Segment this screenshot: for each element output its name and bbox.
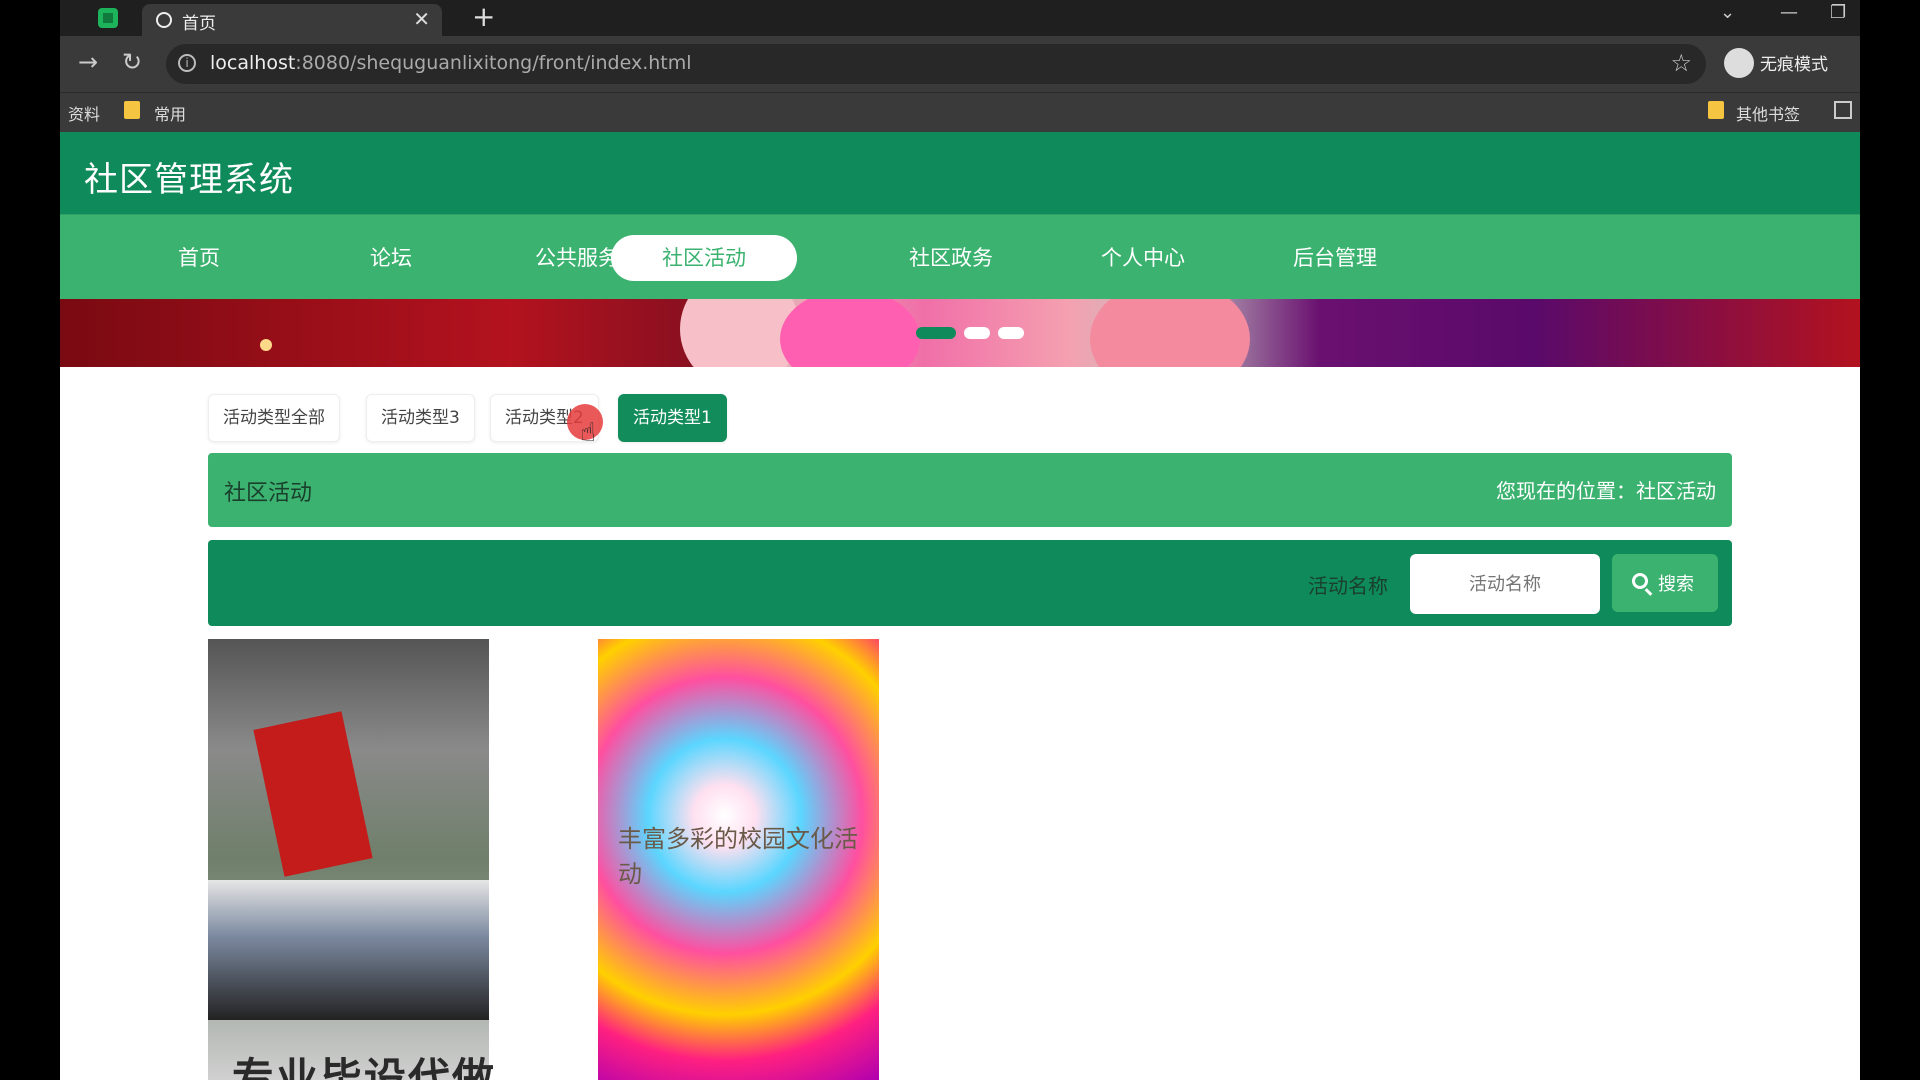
carousel-dot[interactable] — [998, 327, 1024, 339]
browser-window: 首页 ✕ + ⌄ — ❐ → ↻ i localhost:8080/shequg… — [60, 0, 1860, 1080]
banner-carousel[interactable] — [60, 299, 1860, 367]
site-header: 社区管理系统 — [60, 132, 1860, 214]
search-label: 活动名称 — [1308, 574, 1388, 598]
site-title: 社区管理系统 — [84, 160, 294, 200]
incognito-icon[interactable] — [1724, 48, 1754, 78]
pinned-tab-icon[interactable] — [98, 8, 118, 28]
search-panel: 活动名称 搜索 — [208, 540, 1732, 626]
tab-strip: 首页 ✕ + ⌄ — ❐ — [60, 0, 1860, 36]
banner-sparkle — [260, 339, 272, 351]
star-icon[interactable]: ☆ — [1670, 49, 1692, 77]
other-bookmarks[interactable]: 其他书签 — [1736, 101, 1800, 125]
search-button-label: 搜索 — [1658, 574, 1694, 595]
reading-list-icon[interactable] — [1834, 101, 1852, 119]
hand-cursor-icon: ☝ — [580, 418, 596, 448]
breadcrumb: 您现在的位置：社区活动 — [1496, 479, 1716, 503]
bookmark-ziliao[interactable]: 资料 — [68, 101, 100, 125]
address-bar: → ↻ i localhost:8080/shequguanlixitong/f… — [60, 36, 1860, 92]
section-header: 社区活动 您现在的位置：社区活动 — [208, 453, 1732, 527]
folder-icon — [1708, 101, 1724, 119]
nav-forum[interactable]: 论坛 — [298, 235, 484, 281]
nav-community-activity[interactable]: 社区活动 — [611, 235, 797, 281]
card-overlay-text: 丰富多彩的校园文化活动 — [618, 825, 858, 888]
tab-close-icon[interactable]: ✕ — [413, 7, 430, 31]
watermark-text: 专业毕设代做 — [232, 1054, 497, 1080]
section-title: 社区活动 — [224, 481, 313, 506]
nav-admin[interactable]: 后台管理 — [1242, 235, 1428, 281]
folder-icon — [124, 101, 140, 119]
nav-community-affairs[interactable]: 社区政务 — [858, 235, 1044, 281]
active-tab[interactable]: 首页 ✕ — [142, 4, 442, 36]
url-text: localhost:8080/shequguanlixitong/front/i… — [210, 52, 692, 74]
red-flag-image — [253, 711, 373, 877]
left-edge — [60, 6, 80, 30]
search-icon — [1632, 573, 1648, 589]
filter-all[interactable]: 活动类型全部 — [208, 394, 340, 442]
tab-search-icon[interactable]: ⌄ — [1720, 2, 1735, 23]
url-field[interactable]: i localhost:8080/shequguanlixitong/front… — [166, 44, 1706, 84]
incognito-label: 无痕模式 — [1760, 55, 1828, 75]
globe-icon — [156, 12, 172, 28]
restore-icon[interactable]: ❐ — [1830, 2, 1846, 23]
banner-flower — [1090, 299, 1250, 367]
reload-icon[interactable]: ↻ — [122, 48, 142, 76]
nav-personal-center[interactable]: 个人中心 — [1050, 235, 1236, 281]
group-photo — [208, 880, 489, 1020]
tab-title: 首页 — [182, 14, 216, 34]
filter-type-1[interactable]: 活动类型1 — [618, 394, 727, 442]
minimize-icon[interactable]: — — [1780, 2, 1798, 23]
activity-card[interactable] — [208, 639, 489, 1080]
banner-flower — [780, 299, 920, 367]
carousel-dot-active[interactable] — [916, 327, 956, 339]
search-input[interactable] — [1410, 554, 1600, 614]
filter-type-3[interactable]: 活动类型3 — [366, 394, 475, 442]
info-icon[interactable]: i — [178, 54, 196, 72]
bookmarks-bar: 资料 常用 其他书签 — [60, 92, 1860, 133]
activity-card[interactable]: 丰富多彩的校园文化活动 — [598, 639, 879, 1080]
bookmark-changyong[interactable]: 常用 — [154, 101, 186, 125]
forward-icon[interactable]: → — [78, 48, 98, 76]
main-nav: 首页 论坛 公共服务 社区活动 社区政务 个人中心 后台管理 — [60, 214, 1860, 300]
search-button[interactable]: 搜索 — [1612, 554, 1718, 612]
nav-home[interactable]: 首页 — [106, 235, 292, 281]
carousel-dot[interactable] — [964, 327, 990, 339]
new-tab-icon[interactable]: + — [472, 0, 495, 33]
